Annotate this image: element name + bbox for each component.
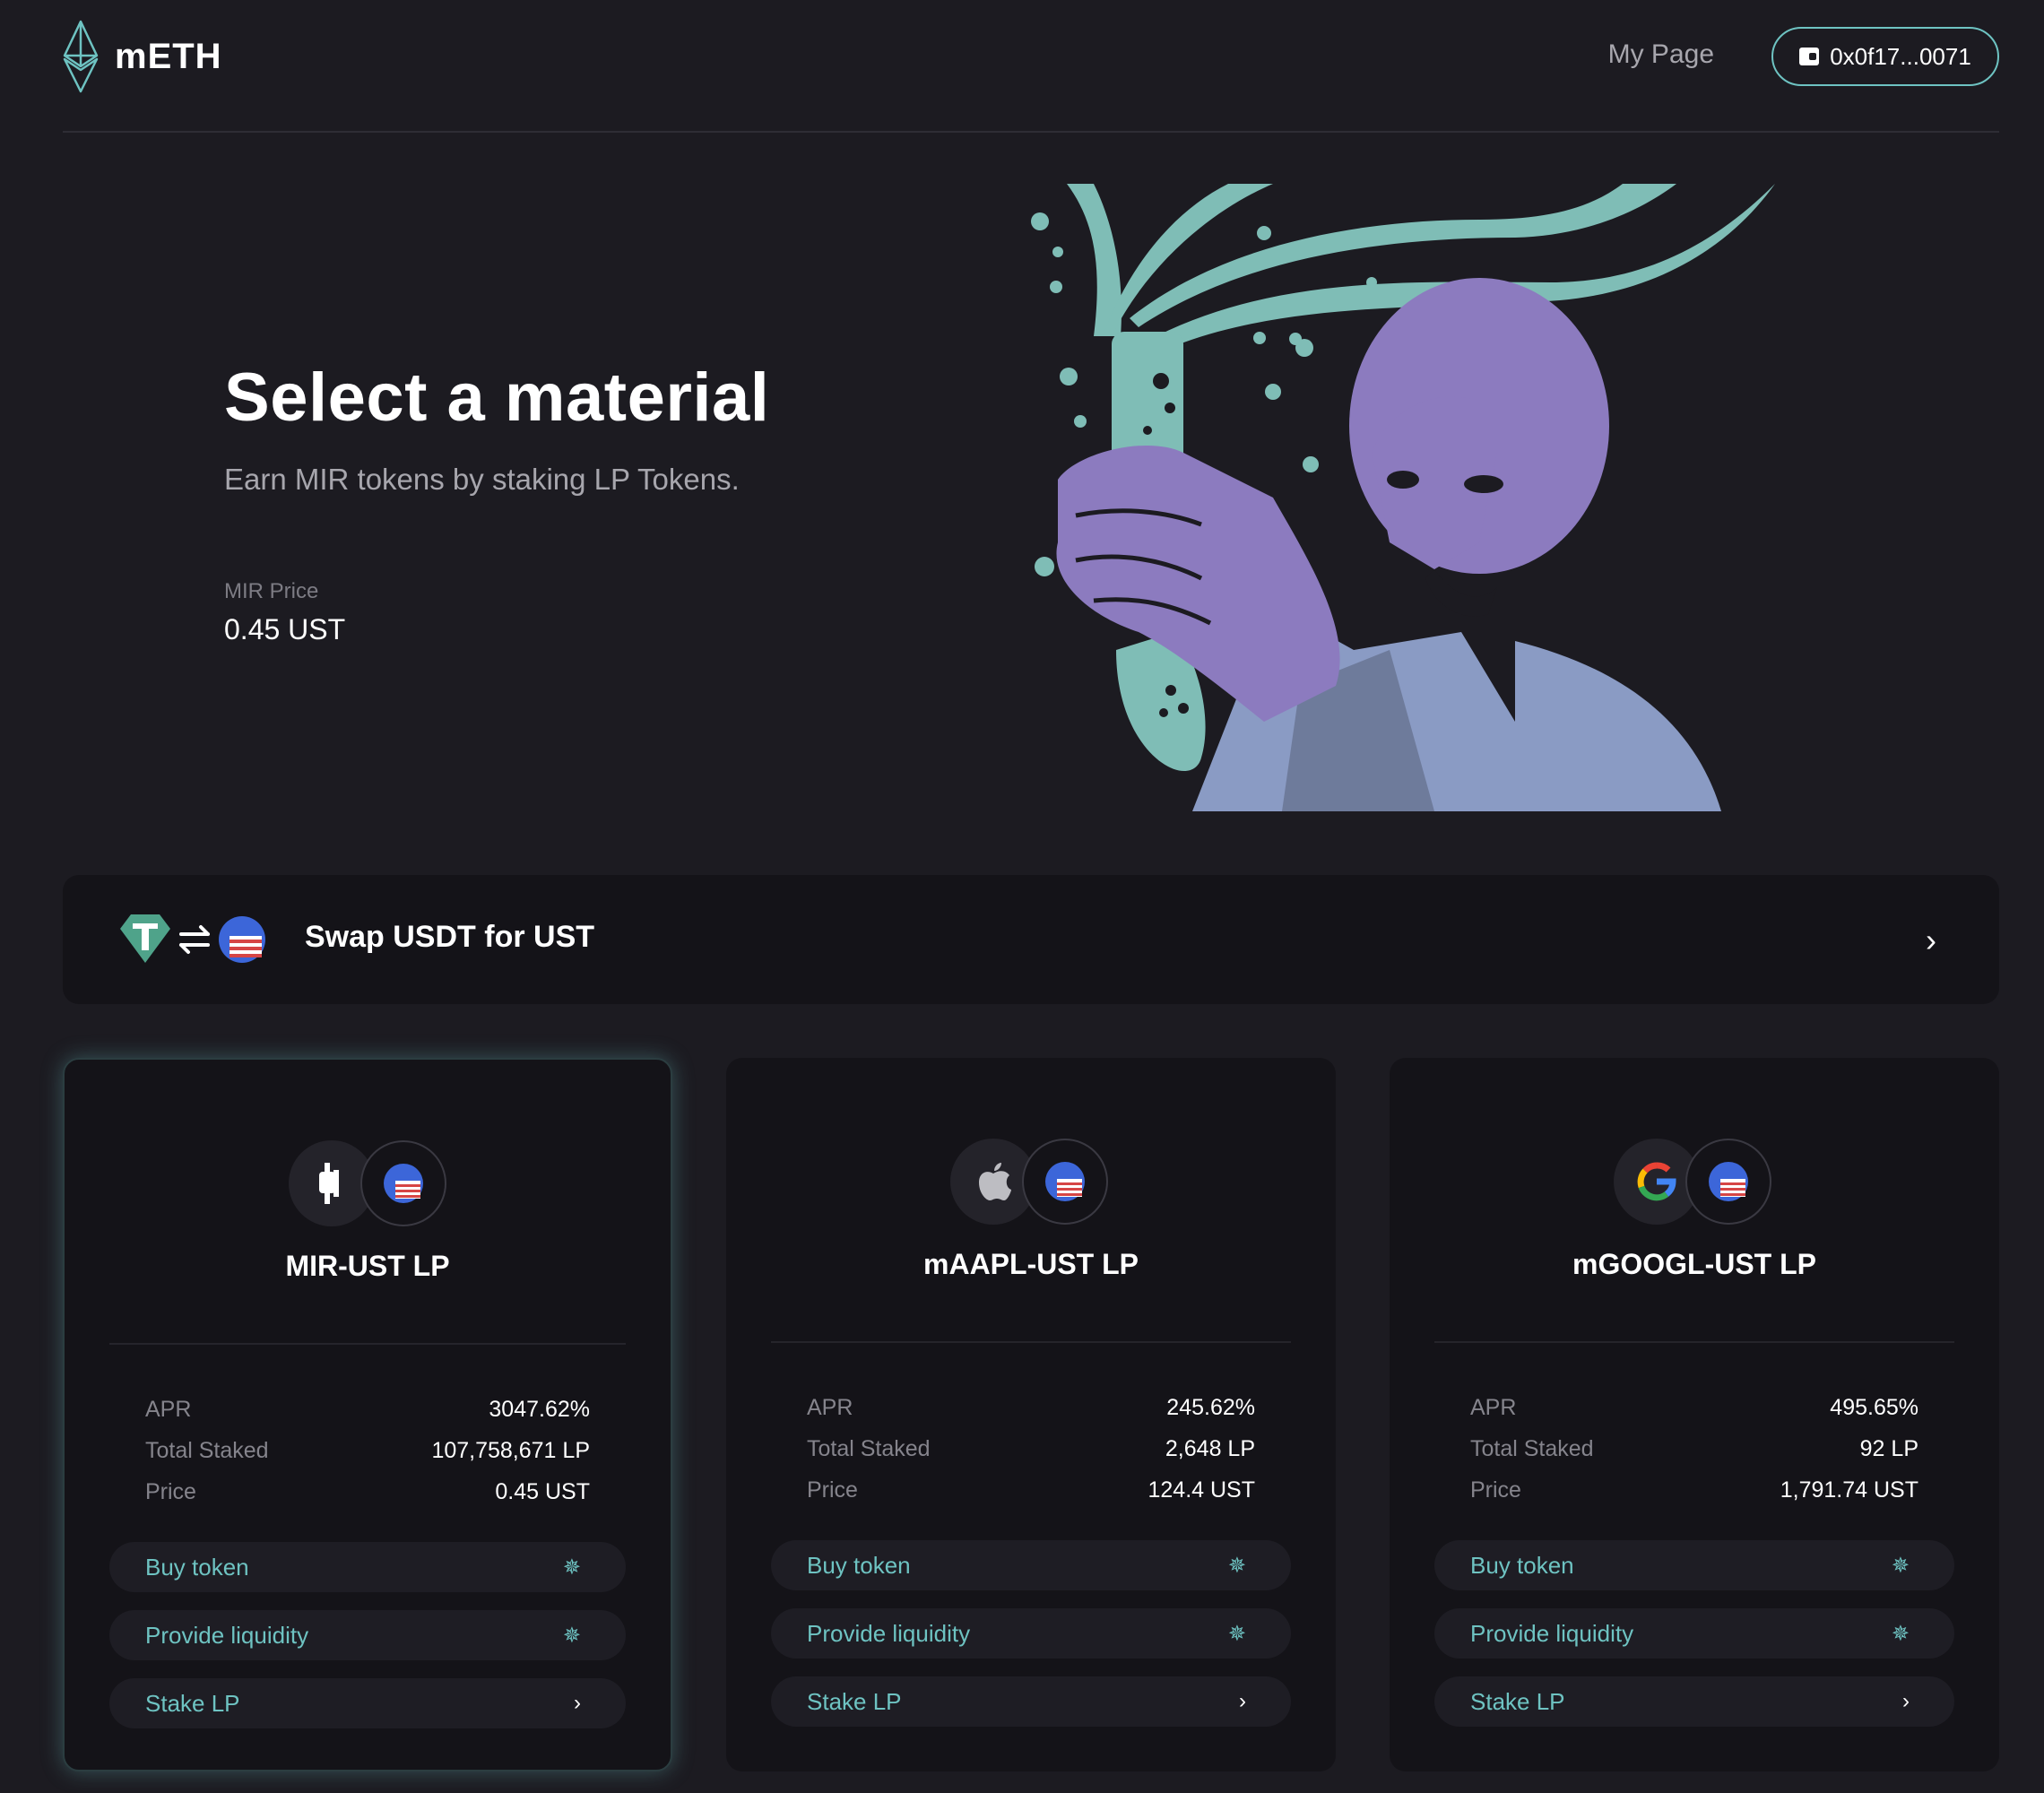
ust-icon [219,916,265,963]
terraswap-icon: ✵ [1891,1621,1910,1646]
provide-liquidity-button[interactable]: Provide liquidity ✵ [109,1610,626,1660]
provide-liquidity-label: Provide liquidity [807,1619,971,1647]
terraswap-icon: ✵ [1227,1621,1246,1646]
ust-icon [1685,1139,1771,1225]
chevron-right-icon: › [1926,922,1936,958]
buy-token-label: Buy token [145,1553,249,1581]
price-label: Price [1470,1477,1521,1503]
apr-value: 495.65% [1830,1395,1918,1420]
token-pair-icons [950,1139,1121,1228]
divider [1434,1341,1954,1343]
pool-card-mir-ust[interactable]: MIR-UST LP APR 3047.62% Total Staked 107,7… [63,1058,672,1771]
price-value: 124.4 UST [1148,1477,1255,1503]
total-staked-value: 2,648 LP [1165,1436,1255,1461]
swap-arrows-icon [179,925,210,954]
mir-price-label: MIR Price [224,579,319,603]
total-staked-value: 107,758,671 LP [431,1438,590,1463]
stake-lp-label: Stake LP [1470,1687,1565,1715]
wallet-address: 0x0f17...0071 [1830,42,1971,70]
page-title: Select a material [224,359,770,436]
header: mETH My Page 0x0f17...0071 [63,0,1999,133]
stake-lp-label: Stake LP [145,1689,240,1717]
apr-row: APR 245.62% [807,1395,1255,1427]
buy-token-label: Buy token [807,1551,911,1579]
price-row: Price 124.4 UST [807,1477,1255,1510]
swap-usdt-ust-banner[interactable]: Swap USDT for UST › [63,875,1999,1004]
apr-value: 245.62% [1166,1395,1255,1420]
logo[interactable]: mETH [63,20,222,93]
total-staked-label: Total Staked [1470,1436,1594,1461]
price-value: 0.45 UST [495,1479,590,1504]
buy-token-button[interactable]: Buy token ✵ [1434,1540,1954,1590]
provide-liquidity-label: Provide liquidity [1470,1619,1634,1647]
price-row: Price 1,791.74 UST [1470,1477,1918,1510]
pool-title: mGOOGL-UST LP [1572,1248,1816,1280]
provide-liquidity-button[interactable]: Provide liquidity ✵ [1434,1608,1954,1659]
stake-lp-button[interactable]: Stake LP › [109,1678,626,1728]
mir-price-value: 0.45 UST [224,613,346,645]
my-page-link[interactable]: My Page [1608,39,1714,70]
chevron-right-icon: › [574,1691,581,1715]
ethereum-logo-icon [63,20,99,93]
apr-label: APR [1470,1395,1517,1420]
stake-lp-button[interactable]: Stake LP › [1434,1676,1954,1727]
terraswap-icon: ✵ [1227,1553,1246,1578]
page-subtitle: Earn MIR tokens by staking LP Tokens. [224,463,740,496]
provide-liquidity-button[interactable]: Provide liquidity ✵ [771,1608,1291,1659]
total-staked-row: Total Staked 2,648 LP [807,1436,1255,1468]
pool-card-maapl-ust[interactable]: mAAPL-UST LP APR 245.62% Total Staked 2,64… [726,1058,1336,1771]
terraswap-icon: ✵ [1891,1553,1910,1578]
swap-label: Swap USDT for UST [305,920,595,954]
total-staked-label: Total Staked [807,1436,931,1461]
scientist-illustration [1031,184,1775,811]
total-staked-row: Total Staked 107,758,671 LP [145,1438,590,1470]
price-label: Price [145,1479,196,1504]
token-pair-icons [1614,1139,1784,1228]
pool-card-mgoogl-ust[interactable]: mGOOGL-UST LP APR 495.65% Total Staked 92 … [1390,1058,1999,1771]
stake-lp-button[interactable]: Stake LP › [771,1676,1291,1727]
divider [109,1343,626,1345]
apr-row: APR 3047.62% [145,1397,590,1429]
price-row: Price 0.45 UST [145,1479,590,1511]
stake-lp-label: Stake LP [807,1687,902,1715]
apr-value: 3047.62% [489,1397,590,1422]
terraswap-icon: ✵ [562,1555,581,1580]
ust-icon [360,1140,446,1226]
apr-label: APR [145,1397,192,1422]
pool-title: mAAPL-UST LP [923,1248,1139,1280]
provide-liquidity-label: Provide liquidity [145,1621,309,1649]
divider [771,1341,1291,1343]
apr-label: APR [807,1395,853,1420]
chevron-right-icon: › [1239,1689,1246,1713]
price-value: 1,791.74 UST [1780,1477,1918,1503]
price-label: Price [807,1477,858,1503]
tether-icon [120,914,170,963]
pool-title: MIR-UST LP [285,1250,450,1282]
swap-token-icons [120,914,265,963]
buy-token-label: Buy token [1470,1551,1574,1579]
total-staked-value: 92 LP [1859,1436,1918,1461]
token-pair-icons [289,1140,459,1230]
total-staked-row: Total Staked 92 LP [1470,1436,1918,1468]
ust-icon [1022,1139,1108,1225]
wallet-icon [1799,48,1820,65]
apr-row: APR 495.65% [1470,1395,1918,1427]
total-staked-label: Total Staked [145,1438,269,1463]
wallet-button[interactable]: 0x0f17...0071 [1771,27,1999,86]
terraswap-icon: ✵ [562,1623,581,1648]
logo-text: mETH [115,36,222,76]
chevron-right-icon: › [1902,1689,1910,1713]
buy-token-button[interactable]: Buy token ✵ [109,1542,626,1592]
buy-token-button[interactable]: Buy token ✵ [771,1540,1291,1590]
